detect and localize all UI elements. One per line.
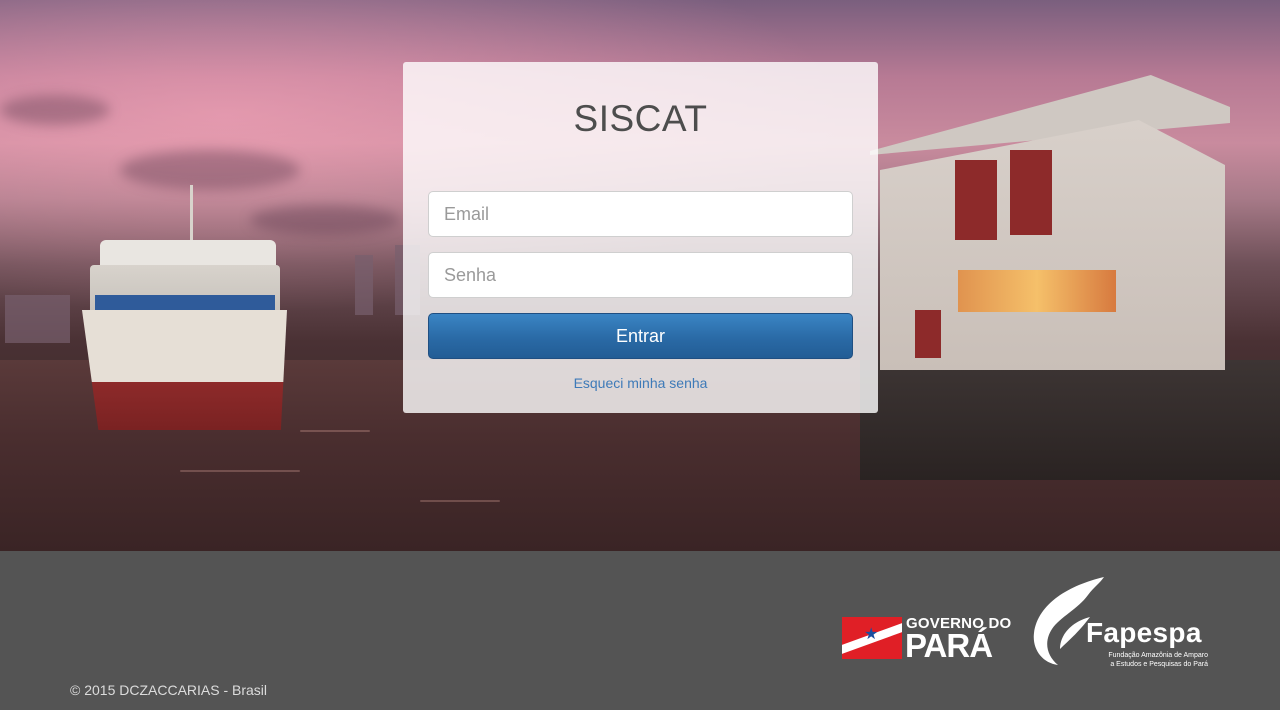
warehouse-lit-window (958, 270, 1116, 312)
boat-hull (82, 310, 287, 430)
star-icon: ★ (864, 626, 879, 643)
footer: ★ GOVERNO DO PARÁ Fapespa Fundação Amazô… (0, 551, 1280, 710)
login-card: SISCAT Entrar Esqueci minha senha (403, 62, 878, 413)
governo-logo-main-text: PARÁ (905, 627, 993, 664)
governo-do-para-logo: ★ GOVERNO DO PARÁ (842, 613, 1011, 664)
fapespa-logo: Fapespa Fundação Amazônia de Amparo a Es… (1030, 573, 1210, 671)
water-ripple (420, 500, 500, 502)
email-field[interactable] (428, 191, 853, 237)
login-button[interactable]: Entrar (428, 313, 853, 359)
para-flag-icon: ★ (842, 617, 902, 659)
warehouse-window (1010, 150, 1052, 235)
cloud (120, 150, 300, 190)
cloud (0, 95, 110, 125)
page-title: SISCAT (573, 98, 708, 139)
cloud (250, 205, 400, 235)
boat-mast (190, 185, 193, 245)
warehouse-window (955, 160, 997, 240)
copyright-text: © 2015 DCZACCARIAS - Brasil (70, 682, 268, 698)
water-ripple (180, 470, 300, 472)
city-building (355, 255, 373, 315)
warehouse-window (915, 310, 941, 358)
fapespa-name: Fapespa (1086, 617, 1202, 648)
boat-top-deck (100, 240, 276, 268)
fapespa-subtitle-line: a Estudos e Pesquisas do Pará (1110, 661, 1208, 668)
fapespa-subtitle-line: Fundação Amazônia de Amparo (1108, 652, 1208, 659)
city-building (5, 295, 70, 343)
password-field[interactable] (428, 252, 853, 298)
forgot-password-link[interactable]: Esqueci minha senha (403, 375, 878, 391)
water-ripple (300, 430, 370, 432)
fapespa-subtitle: Fundação Amazônia de Amparo a Estudos e … (1088, 651, 1208, 669)
pier (860, 360, 1280, 480)
